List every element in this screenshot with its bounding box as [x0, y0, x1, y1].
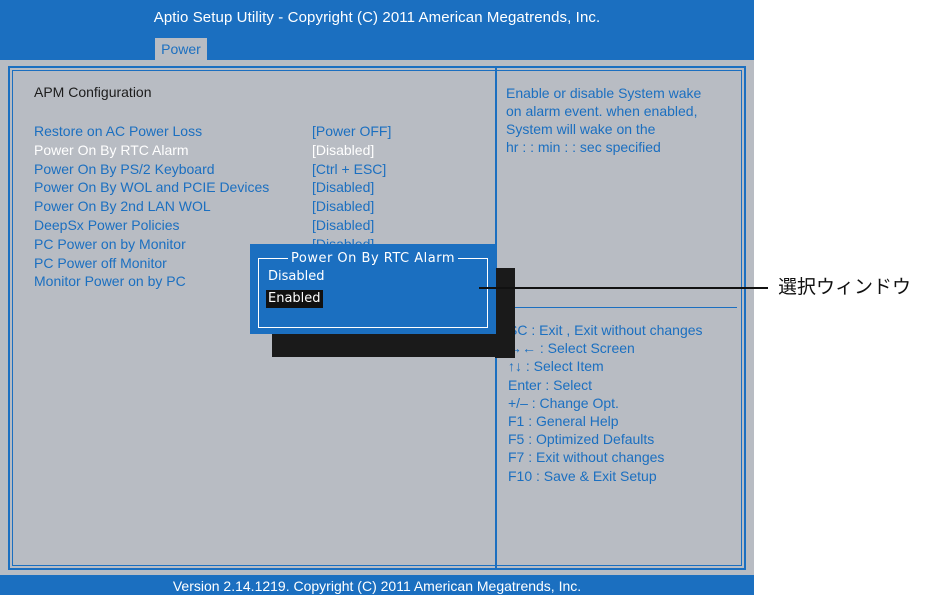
selection-popup: Power On By RTC Alarm Disabled Enabled — [250, 244, 496, 334]
callout-line — [479, 287, 768, 289]
setting-label[interactable]: Monitor Power on by PC — [34, 272, 269, 291]
bios-screen: Aptio Setup Utility - Copyright (C) 2011… — [0, 0, 754, 595]
setting-label-selected[interactable]: Power On By RTC Alarm — [34, 141, 269, 160]
popup-option-disabled[interactable]: Disabled — [266, 268, 326, 286]
setting-label[interactable]: DeepSx Power Policies — [34, 216, 269, 235]
setting-value-selected[interactable]: [Disabled] — [312, 141, 391, 160]
key-hint: SC : Exit , Exit without changes — [508, 322, 703, 338]
key-hint: F1 : General Help — [508, 412, 619, 429]
app-title: Aptio Setup Utility - Copyright (C) 2011… — [153, 9, 601, 26]
key-hint: F7 : Exit without changes — [508, 449, 665, 466]
settings-values: [Power OFF] [Disabled] [Ctrl + ESC] [Dis… — [312, 122, 391, 254]
key-legend: SC : Exit , Exit without changes →← : Se… — [508, 321, 703, 485]
footer-version: Version 2.14.1219. Copyright (C) 2011 Am… — [0, 575, 754, 595]
setting-value[interactable]: [Disabled] — [312, 216, 391, 235]
section-title: APM Configuration — [34, 84, 152, 100]
key-hint: →← : Select Screen — [508, 340, 635, 357]
help-divider — [503, 307, 737, 308]
tab-power[interactable]: Power — [155, 38, 207, 60]
setting-value[interactable]: [Disabled] — [312, 197, 391, 216]
setting-value[interactable]: [Ctrl + ESC] — [312, 160, 391, 179]
key-hint: Enter : Select — [508, 376, 593, 393]
key-hint: F5 : Optimized Defaults — [508, 431, 655, 448]
popup-option-enabled[interactable]: Enabled — [266, 290, 323, 308]
setting-label[interactable]: Power On By 2nd LAN WOL — [34, 197, 269, 216]
callout-label: 選択ウィンドウ — [778, 276, 912, 298]
setting-label[interactable]: PC Power off Monitor — [34, 254, 269, 273]
setting-value[interactable]: [Disabled] — [312, 178, 391, 197]
setting-label[interactable]: PC Power on by Monitor — [34, 235, 269, 254]
help-text: Enable or disable System wake on alarm e… — [506, 85, 702, 155]
settings-list: Restore on AC Power Loss Power On By RTC… — [34, 122, 269, 291]
key-hint: +/– : Change Opt. — [508, 394, 619, 411]
setting-label[interactable]: Power On By PS/2 Keyboard — [34, 160, 269, 179]
key-hint: ↑↓ : Select Item — [508, 358, 604, 375]
title-bar: Aptio Setup Utility - Copyright (C) 2011… — [0, 0, 754, 60]
popup-shadow — [272, 334, 515, 357]
setting-label[interactable]: Restore on AC Power Loss — [34, 122, 269, 141]
setting-label[interactable]: Power On By WOL and PCIE Devices — [34, 178, 269, 197]
key-hint: F10 : Save & Exit Setup — [508, 467, 657, 484]
setting-value[interactable]: [Power OFF] — [312, 122, 391, 141]
